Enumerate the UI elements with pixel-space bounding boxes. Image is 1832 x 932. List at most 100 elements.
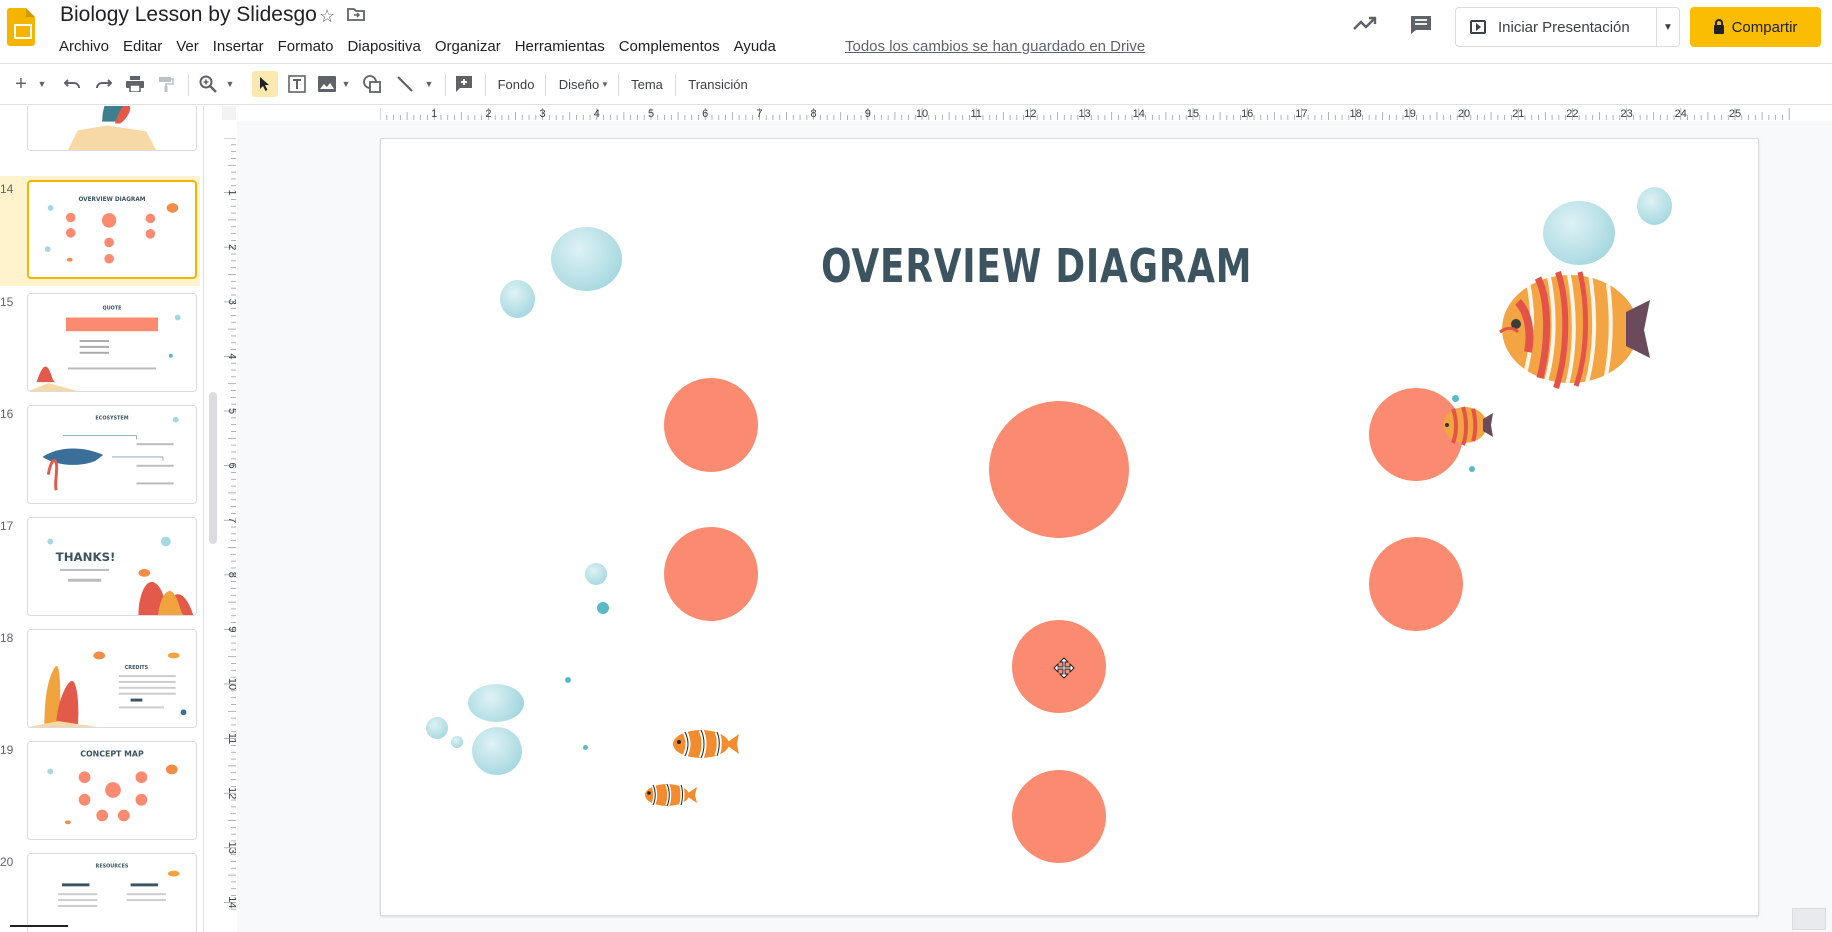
ruler-label: 21 (1512, 108, 1524, 120)
redo-icon[interactable] (92, 71, 116, 97)
ruler-label: 6 (702, 108, 708, 120)
slide-thumbnail-row[interactable]: 20 RESOURCES (0, 849, 200, 932)
print-icon[interactable] (123, 71, 147, 97)
menu-insertar[interactable]: Insertar (206, 36, 271, 58)
slide-thumbnail-row[interactable]: 19 CONCEPT MAP (0, 737, 200, 847)
slide-thumbnail[interactable] (27, 106, 197, 151)
ruler-label: 14 (226, 896, 236, 908)
diagram-node-center-main[interactable] (989, 401, 1129, 538)
horizontal-ruler[interactable]: 1 2 3 4 5 6 7 8 9 10 11 12 13 14 15 16 17 18 19 20 21 22 23 24 2… (380, 106, 1814, 120)
text-box-icon[interactable] (284, 71, 310, 97)
watercolor-bubble[interactable] (426, 717, 448, 739)
menu-ayuda[interactable]: Ayuda (727, 36, 783, 58)
small-angelfish-illustration[interactable] (1439, 399, 1493, 449)
diagram-node-left-top[interactable] (664, 378, 758, 472)
toolbar-divider (188, 74, 189, 96)
slide-thumbnail-row[interactable]: 16 ECOSYSTEM (0, 401, 200, 511)
ruler-label: 25 (1729, 108, 1741, 120)
menu-organizar[interactable]: Organizar (428, 36, 508, 58)
slide-thumbnail-row-selected[interactable]: 14 OVERVIEW DIAGRAM (0, 176, 200, 286)
slides-logo-icon[interactable] (7, 8, 35, 46)
add-comment-icon[interactable] (452, 71, 476, 97)
present-options-dropdown[interactable]: ▼ (1657, 8, 1679, 46)
slide-thumbnail[interactable]: QUOTE (27, 293, 197, 392)
explore-corner-button[interactable] (1792, 908, 1826, 930)
ruler-label: 8 (811, 108, 817, 120)
angelfish-illustration[interactable] (1498, 262, 1652, 396)
star-icon[interactable]: ☆ (319, 6, 335, 27)
comments-icon[interactable] (1410, 15, 1432, 41)
watercolor-bubble[interactable] (1637, 187, 1672, 225)
menu-editar[interactable]: Editar (116, 36, 169, 58)
thumbnail-title: THANKS! (56, 550, 116, 564)
watercolor-bubble[interactable] (1543, 201, 1615, 265)
layout-button[interactable]: Diseño (554, 71, 604, 97)
diagram-node-right-bottom[interactable] (1369, 537, 1463, 631)
watercolor-bubble[interactable] (585, 563, 607, 585)
transition-button[interactable]: Transición (684, 71, 752, 97)
slide-title-textbox[interactable]: OVERVIEW DIAGRAM (499, 239, 1575, 293)
slide-thumbnail[interactable]: OVERVIEW DIAGRAM (27, 180, 197, 279)
new-slide-layout-dropdown[interactable]: ▼ (36, 71, 48, 97)
diagram-node-left-bottom[interactable] (664, 527, 758, 621)
slide-thumbnail[interactable]: CONCEPT MAP (27, 741, 197, 840)
ruler-label: 3 (540, 108, 546, 120)
menu-herramientas[interactable]: Herramientas (508, 36, 612, 58)
ruler-label: 10 (916, 108, 928, 120)
watercolor-bubble[interactable] (468, 684, 524, 722)
present-label: Iniciar Presentación (1498, 18, 1630, 36)
present-play-icon (1470, 20, 1486, 34)
ruler-label: 5 (226, 408, 236, 414)
ruler-label: 3 (226, 299, 236, 305)
slide-thumbnail[interactable]: RESOURCES (27, 853, 197, 932)
paint-format-icon[interactable] (154, 71, 178, 97)
ruler-label: 22 (1566, 108, 1578, 120)
share-button[interactable]: Compartir (1690, 7, 1821, 47)
theme-button[interactable]: Tema (627, 71, 667, 97)
slide-thumbnail-row[interactable] (0, 106, 200, 158)
new-slide-icon[interactable]: + (10, 71, 32, 97)
slide-thumbnail[interactable]: THANKS! (27, 517, 197, 616)
menu-diapositiva[interactable]: Diapositiva (340, 36, 427, 58)
clownfish-illustration[interactable] (639, 777, 697, 813)
line-tool-icon[interactable] (393, 71, 417, 97)
menu-ver[interactable]: Ver (169, 36, 206, 58)
layout-dropdown-caret[interactable]: ▼ (600, 71, 610, 97)
slide-thumbnail[interactable]: ECOSYSTEM (27, 405, 197, 504)
insert-image-icon[interactable] (316, 71, 338, 97)
select-tool-icon[interactable] (252, 71, 278, 97)
move-cursor-icon (1053, 657, 1075, 679)
vertical-ruler[interactable]: 1234567891011121314 (222, 138, 236, 912)
menu-formato[interactable]: Formato (271, 36, 341, 58)
document-title[interactable]: Biology Lesson by Slidesgo (60, 3, 317, 27)
shape-icon[interactable] (359, 71, 385, 97)
slide-thumbnail-row[interactable]: 18 CREDITS (0, 625, 200, 735)
present-button-group: Iniciar Presentación ▼ (1455, 7, 1680, 47)
filmstrip-scrollbar[interactable] (209, 392, 217, 544)
ruler-label: 18 (1349, 108, 1361, 120)
line-tool-dropdown[interactable]: ▼ (423, 71, 435, 97)
ruler-label: 11 (970, 108, 981, 120)
watercolor-bubble[interactable] (451, 736, 463, 748)
activity-trend-icon[interactable] (1353, 14, 1377, 37)
zoom-icon[interactable] (196, 71, 220, 97)
menu-archivo[interactable]: Archivo (52, 36, 116, 58)
watercolor-bubble[interactable] (551, 227, 622, 291)
slide-thumbnail[interactable]: CREDITS (27, 629, 197, 728)
slide-thumbnail-row[interactable]: 17 THANKS! (0, 513, 200, 623)
diagram-node-center-bottom[interactable] (1012, 770, 1106, 863)
clownfish-illustration[interactable] (667, 722, 739, 766)
save-status-link[interactable]: Todos los cambios se han guardado en Dri… (845, 36, 1145, 58)
start-presentation-button[interactable]: Iniciar Presentación (1456, 8, 1657, 46)
move-folder-icon[interactable] (347, 6, 365, 27)
insert-image-dropdown[interactable]: ▼ (340, 71, 352, 97)
menu-complementos[interactable]: Complementos (612, 36, 727, 58)
watercolor-bubble[interactable] (500, 280, 535, 318)
undo-icon[interactable] (60, 71, 84, 97)
ruler-label: 6 (226, 463, 236, 469)
slide-thumbnail-row[interactable]: 15 QUOTE (0, 289, 200, 399)
zoom-dropdown[interactable]: ▼ (224, 71, 236, 97)
background-button[interactable]: Fondo (494, 71, 538, 97)
slide-canvas[interactable]: OVERVIEW DIAGRAM (380, 138, 1759, 916)
watercolor-bubble[interactable] (472, 727, 522, 775)
